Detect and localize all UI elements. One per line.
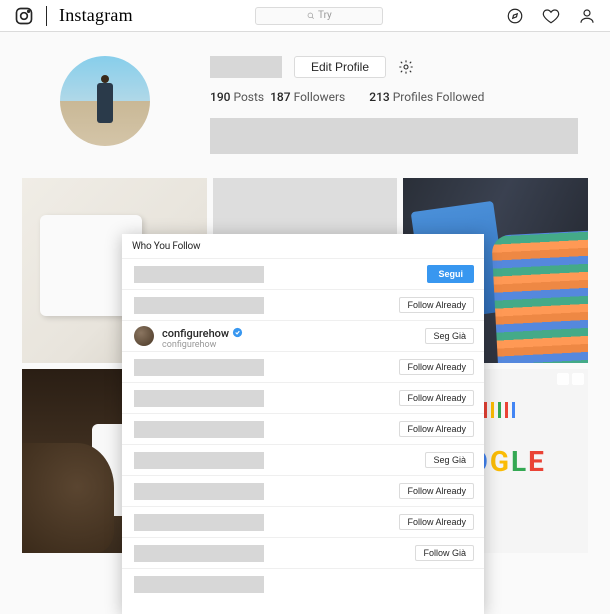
follow-row xyxy=(122,568,484,599)
follow-button[interactable]: Segui xyxy=(427,265,474,283)
following-button[interactable]: Seg Già xyxy=(425,452,474,468)
follow-row: Follow Already xyxy=(122,382,484,413)
verified-badge-icon xyxy=(232,327,243,338)
username xyxy=(210,56,282,78)
follow-row: configurehowconfigurehow Seg Già xyxy=(122,320,484,351)
user-name-placeholder xyxy=(134,545,264,562)
profile-icon[interactable] xyxy=(578,7,596,25)
profile-stats: 190 Posts 187 Followers 213 Profiles Fol… xyxy=(210,90,590,104)
following-button[interactable]: Seg Già xyxy=(425,328,474,344)
topbar: Instagram Try xyxy=(0,0,610,32)
who-you-follow-modal: Who You Follow Segui Follow Already config… xyxy=(122,234,484,614)
following-count[interactable]: 213 xyxy=(369,90,389,104)
profile-header: Edit Profile 190 Posts 187 Followers 213… xyxy=(0,32,610,164)
profile-avatar[interactable] xyxy=(60,56,150,146)
posts-label: Posts xyxy=(233,90,264,104)
instagram-camera-icon[interactable] xyxy=(14,6,34,26)
follow-row: Follow Already xyxy=(122,289,484,320)
user-name-placeholder xyxy=(134,483,264,500)
follow-row: Follow Already xyxy=(122,506,484,537)
following-button[interactable]: Follow Already xyxy=(399,297,474,313)
logo-divider xyxy=(46,6,47,26)
follow-row: Segui xyxy=(122,258,484,289)
settings-gear-icon[interactable] xyxy=(398,59,414,75)
following-button[interactable]: Follow Already xyxy=(399,421,474,437)
followers-count[interactable]: 187 xyxy=(270,90,290,104)
follow-row: Follow Already xyxy=(122,351,484,382)
following-button[interactable]: Follow Already xyxy=(399,483,474,499)
user-name-placeholder xyxy=(134,266,264,283)
user-name[interactable]: configurehowconfigurehow xyxy=(162,322,243,350)
user-name-placeholder xyxy=(134,359,264,376)
following-button[interactable]: Follow Già xyxy=(415,545,474,561)
page-content: Edit Profile 190 Posts 187 Followers 213… xyxy=(0,32,610,553)
user-name-placeholder xyxy=(134,421,264,438)
follow-row: Seg Già xyxy=(122,444,484,475)
user-avatar[interactable] xyxy=(134,326,154,346)
followers-label[interactable]: Followers xyxy=(294,90,346,104)
user-name-placeholder xyxy=(134,514,264,531)
follow-list[interactable]: Segui Follow Already configurehowconfigure… xyxy=(122,258,484,599)
carousel-badge-icon xyxy=(557,373,584,385)
user-name-placeholder xyxy=(134,390,264,407)
user-name-placeholder xyxy=(134,297,264,314)
edit-profile-button[interactable]: Edit Profile xyxy=(294,56,386,78)
user-name-placeholder xyxy=(134,452,264,469)
brand-wordmark[interactable]: Instagram xyxy=(59,5,133,26)
follow-row: Follow Already xyxy=(122,413,484,444)
activity-heart-icon[interactable] xyxy=(542,7,560,25)
following-button[interactable]: Follow Already xyxy=(399,390,474,406)
search-placeholder: Try xyxy=(318,10,332,21)
explore-icon[interactable] xyxy=(506,7,524,25)
following-button[interactable]: Follow Already xyxy=(399,514,474,530)
modal-title: Who You Follow xyxy=(122,234,484,258)
posts-count: 190 xyxy=(210,90,230,104)
search-icon xyxy=(307,12,315,20)
following-button[interactable]: Follow Already xyxy=(399,359,474,375)
profile-bio xyxy=(210,118,578,154)
user-name-placeholder xyxy=(134,576,264,593)
search-input[interactable]: Try xyxy=(255,7,383,25)
follow-row: Follow Già xyxy=(122,537,484,568)
follow-row: Follow Already xyxy=(122,475,484,506)
following-label[interactable]: Profiles Followed xyxy=(393,90,485,104)
